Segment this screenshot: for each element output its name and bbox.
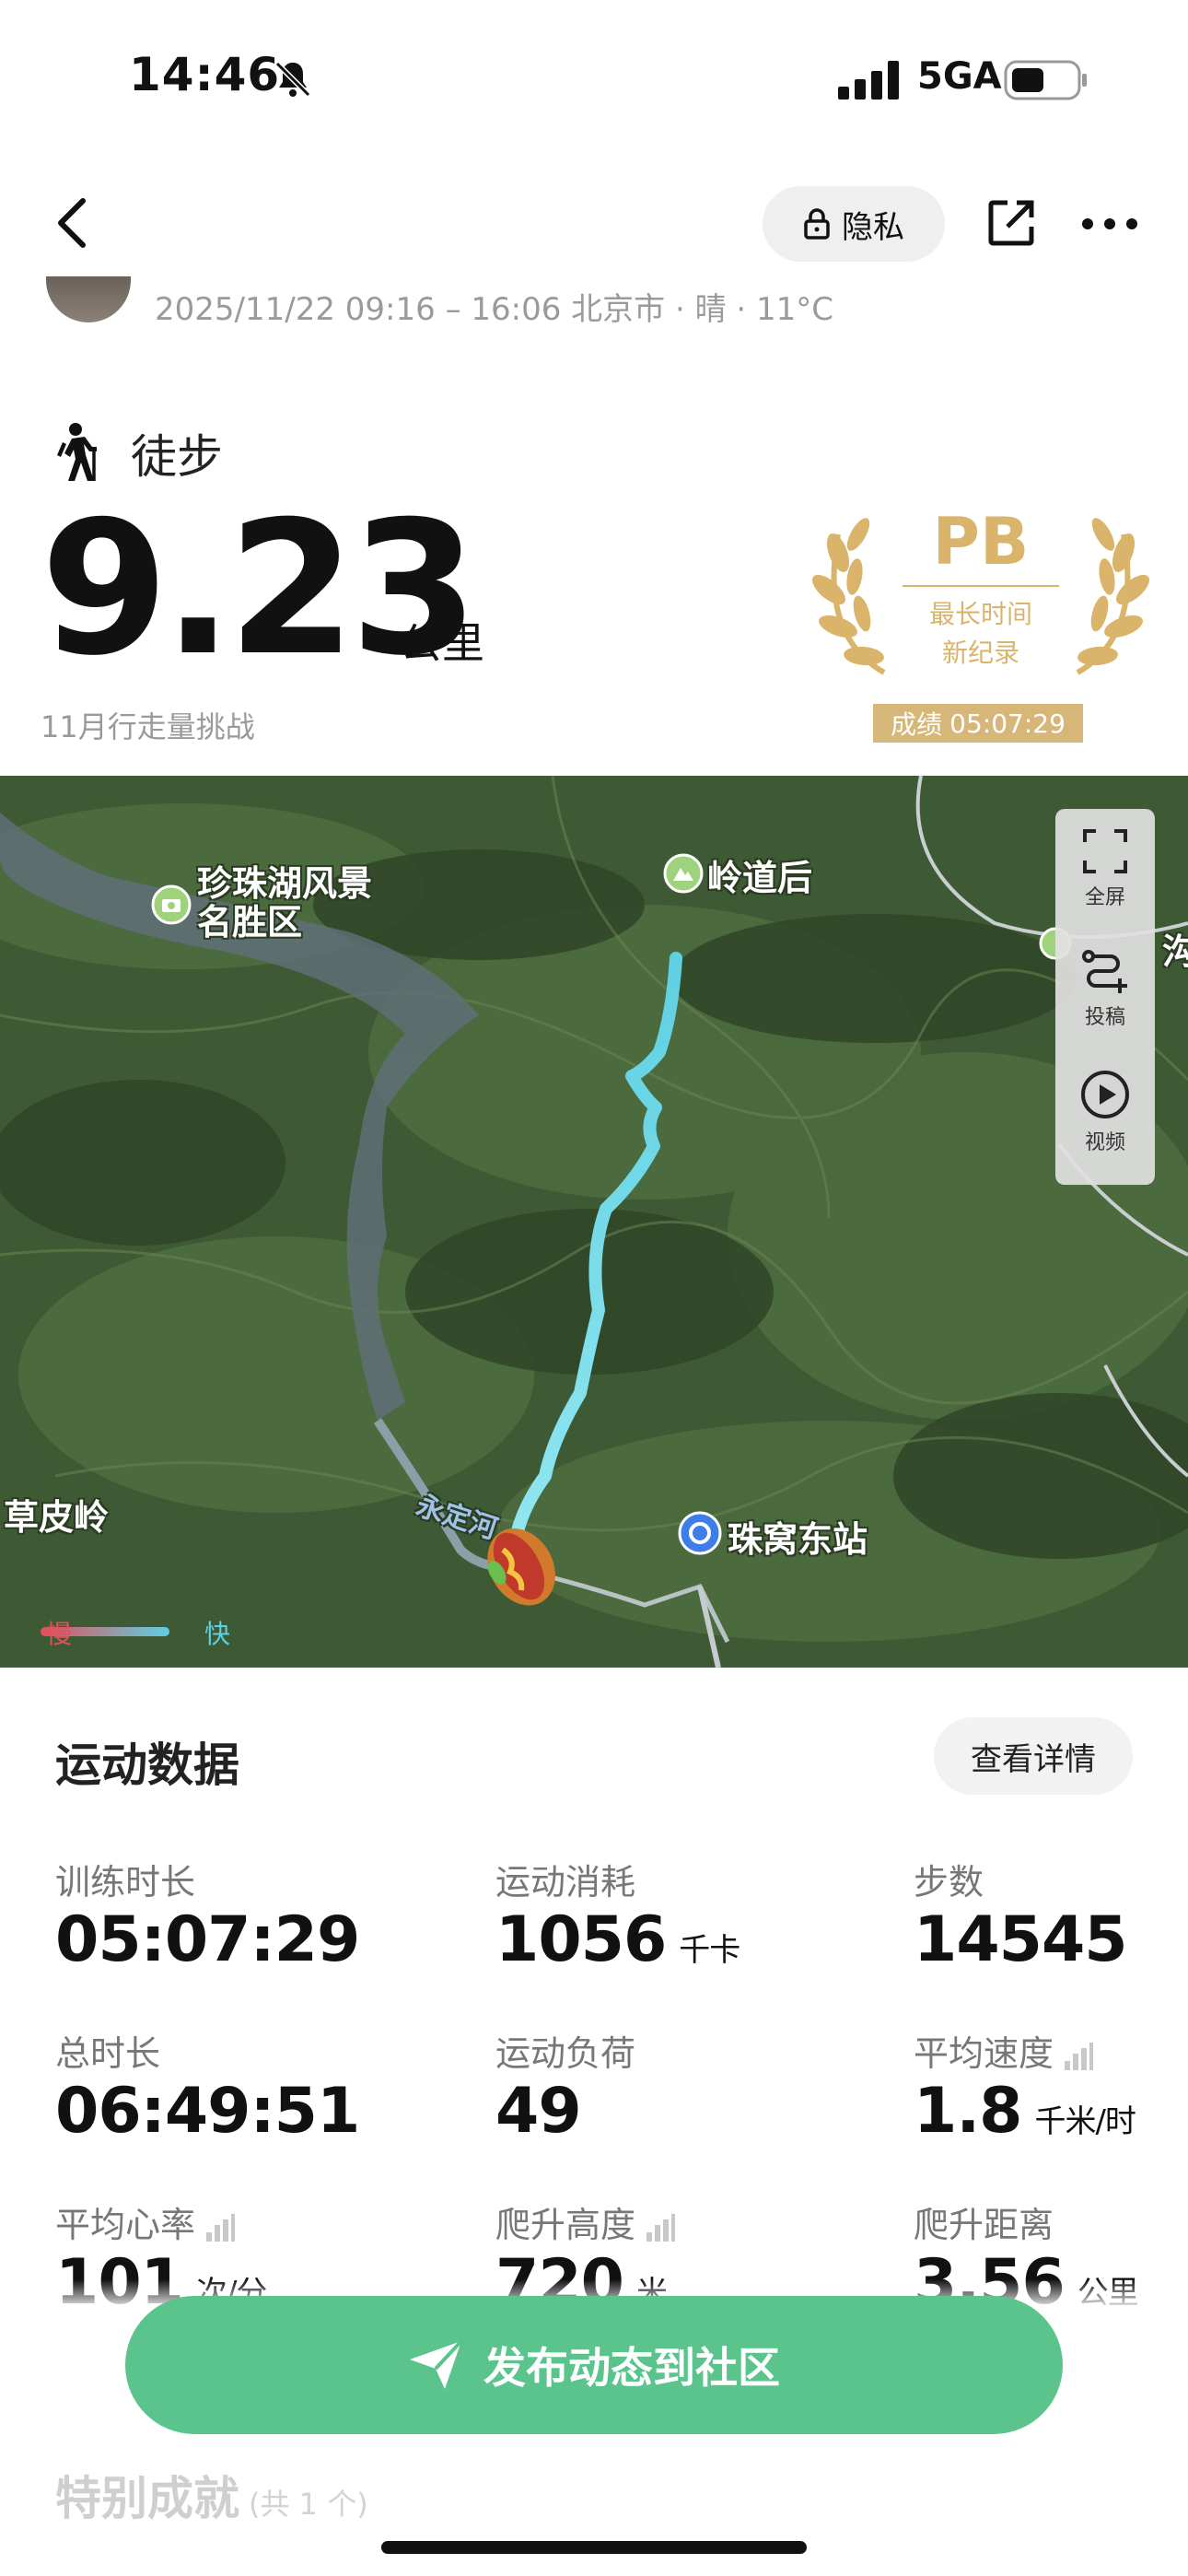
chart-bars-icon[interactable] bbox=[645, 2213, 676, 2242]
privacy-button[interactable]: 隐私 bbox=[763, 186, 945, 262]
lock-icon bbox=[804, 208, 830, 240]
stat-value: 49 bbox=[495, 2075, 582, 2148]
route-icon bbox=[1082, 950, 1127, 993]
chart-bars-icon[interactable] bbox=[204, 2213, 236, 2242]
stat-value: 1.8 千米/时 bbox=[914, 2075, 1136, 2148]
map-label-peak: 岭道后 bbox=[707, 858, 813, 898]
stat-label: 步数 bbox=[914, 1854, 984, 1904]
stat-label: 爬升距离 bbox=[914, 2196, 1054, 2247]
challenge-label[interactable]: 11月行走量挑战 bbox=[41, 704, 255, 746]
cast-label: 投稿 bbox=[1084, 1006, 1125, 1029]
pb-label: PB bbox=[933, 504, 1030, 580]
signal-icon bbox=[838, 61, 899, 100]
stat-label: 总时长 bbox=[55, 2025, 160, 2076]
mountain-pin-icon bbox=[663, 853, 704, 894]
stat-label: 运动负荷 bbox=[495, 2025, 635, 2076]
route-map[interactable]: 珍珠湖风景 名胜区 岭道后 草皮岭 珠窝东站 永定河 沟 bbox=[0, 776, 1188, 1668]
stat-label-text: 平均心率 bbox=[55, 2205, 196, 2245]
distance-unit: 公里 bbox=[400, 618, 484, 668]
map-label-edge: 沟 bbox=[1162, 931, 1188, 972]
stat-unit: 千卡 bbox=[679, 1932, 740, 1969]
pb-result-label: 成绩 bbox=[891, 709, 943, 740]
stat-label-text: 运动负荷 bbox=[495, 2033, 636, 2074]
stat-value-text: 05:07:29 bbox=[55, 1903, 360, 1976]
video-button[interactable]: 视频 bbox=[1055, 1069, 1155, 1155]
legend-slow: 慢 bbox=[46, 1619, 73, 1649]
more-icon[interactable] bbox=[1081, 217, 1138, 230]
map-label-lake: 珍珠湖风景 名胜区 bbox=[197, 864, 372, 942]
map-terrain bbox=[0, 776, 1188, 1668]
stat-value-text: 49 bbox=[495, 2075, 582, 2148]
stat-label-text: 平均速度 bbox=[914, 2033, 1054, 2074]
privacy-label: 隐私 bbox=[842, 208, 904, 246]
stat-value-text: 1.8 bbox=[914, 2075, 1022, 2148]
pb-badge[interactable]: PB 最长时间 新纪录 bbox=[810, 498, 1151, 682]
pb-line1: 最长时间 bbox=[929, 599, 1032, 629]
network-label: 5GA bbox=[917, 55, 1002, 98]
camera-pin-icon bbox=[151, 884, 192, 925]
stat-label: 训练时长 bbox=[55, 1854, 195, 1904]
fullscreen-button[interactable]: 全屏 bbox=[1055, 827, 1155, 910]
stat-value: 06:49:51 bbox=[55, 2075, 360, 2148]
send-icon bbox=[410, 2339, 463, 2389]
battery-icon bbox=[1004, 60, 1087, 100]
stats-title: 运动数据 bbox=[55, 1739, 239, 1792]
pb-result-value: 05:07:29 bbox=[949, 708, 1066, 739]
stat-value: 14545 bbox=[914, 1903, 1128, 1976]
map-label-lake-line2: 名胜区 bbox=[197, 902, 303, 943]
stat-value-text: 06:49:51 bbox=[55, 2075, 360, 2148]
pb-result: 成绩 05:07:29 bbox=[873, 704, 1083, 743]
publish-button[interactable]: 发布动态到社区 bbox=[125, 2296, 1063, 2434]
view-details-button[interactable]: 查看详情 bbox=[934, 1717, 1133, 1795]
map-label-village: 草皮岭 bbox=[4, 1497, 110, 1538]
stat-unit: 千米/时 bbox=[1034, 2103, 1136, 2140]
back-icon[interactable] bbox=[53, 195, 90, 251]
video-label: 视频 bbox=[1084, 1131, 1125, 1154]
achievements-count: (共 1 个) bbox=[249, 2487, 368, 2522]
achievements-label: 特别成就 bbox=[55, 2472, 239, 2525]
pb-line2: 新纪录 bbox=[942, 638, 1019, 668]
fullscreen-label: 全屏 bbox=[1084, 886, 1125, 909]
stat-label: 平均心率 bbox=[55, 2196, 236, 2247]
stat-label-text: 训练时长 bbox=[55, 1862, 196, 1903]
stat-label-text: 爬升高度 bbox=[495, 2205, 636, 2245]
stat-label-text: 运动消耗 bbox=[495, 1862, 636, 1903]
chart-bars-icon[interactable] bbox=[1063, 2042, 1094, 2070]
play-icon bbox=[1081, 1071, 1129, 1118]
activity-meta: 2025/11/22 09:16 – 16:06 北京市 · 晴 · 11°C bbox=[155, 291, 834, 328]
cast-button[interactable]: 投稿 bbox=[1055, 947, 1155, 1030]
legend-fast: 快 bbox=[204, 1619, 231, 1649]
map-label-station: 珠窝东站 bbox=[728, 1519, 868, 1560]
stat-label: 爬升高度 bbox=[495, 2196, 676, 2247]
stat-value: 1056 千卡 bbox=[495, 1903, 740, 1976]
hiking-icon bbox=[57, 423, 97, 481]
avatar[interactable] bbox=[46, 276, 131, 322]
stat-value-text: 1056 bbox=[495, 1903, 667, 1976]
home-indicator[interactable] bbox=[381, 2541, 807, 2554]
status-time: 14:46 bbox=[129, 48, 281, 101]
publish-label: 发布动态到社区 bbox=[483, 2343, 780, 2393]
stat-label-text: 总时长 bbox=[55, 2033, 161, 2074]
stat-value: 05:07:29 bbox=[55, 1903, 360, 1976]
stat-label: 运动消耗 bbox=[495, 1854, 635, 1904]
stat-value-text: 14545 bbox=[914, 1903, 1128, 1976]
map-label-lake-line1: 珍珠湖风景 bbox=[197, 863, 373, 904]
sport-type: 徒步 bbox=[131, 430, 223, 484]
stat-label: 平均速度 bbox=[914, 2025, 1094, 2076]
station-pin-icon bbox=[678, 1511, 722, 1555]
achievements-title: 特别成就 (共 1 个) bbox=[55, 2462, 368, 2528]
fullscreen-icon bbox=[1083, 829, 1127, 873]
stat-label-text: 步数 bbox=[914, 1862, 984, 1903]
map-toolbar: 全屏 投稿 视频 bbox=[1055, 809, 1155, 1185]
stat-label-text: 爬升距离 bbox=[914, 2205, 1054, 2245]
bell-off-icon bbox=[274, 61, 311, 98]
share-icon[interactable] bbox=[985, 197, 1037, 249]
